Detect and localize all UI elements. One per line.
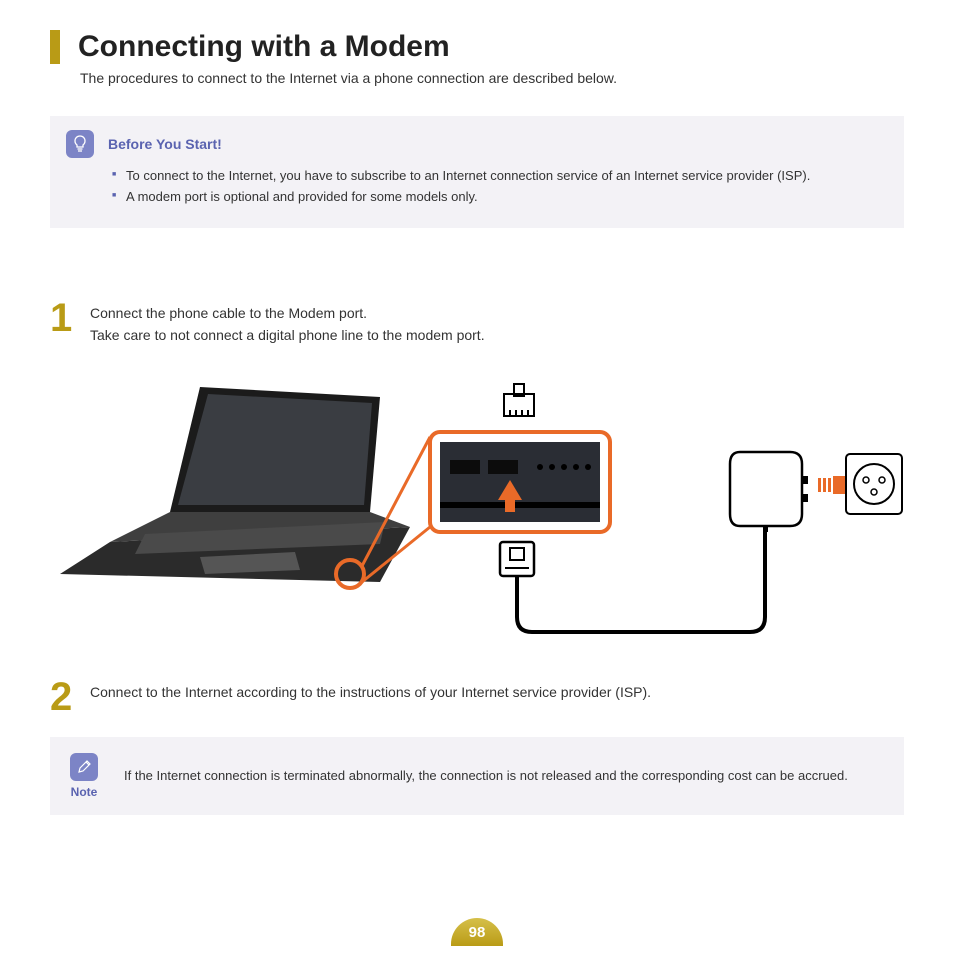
list-item: A modem port is optional and provided fo…: [112, 189, 884, 204]
page-title: Connecting with a Modem: [78, 30, 450, 64]
step-number: 2: [50, 677, 78, 717]
page-number: 98: [451, 918, 503, 946]
step-line-1: Connect the phone cable to the Modem por…: [90, 305, 367, 321]
title-row: Connecting with a Modem: [50, 30, 904, 64]
step-2: 2 Connect to the Internet according to t…: [50, 677, 904, 717]
callout-header: Before You Start!: [66, 130, 884, 158]
note-callout: Note If the Internet connection is termi…: [50, 737, 904, 815]
step-text: Connect the phone cable to the Modem por…: [90, 298, 485, 347]
title-accent-bar: [50, 30, 60, 64]
callout-list: To connect to the Internet, you have to …: [112, 168, 884, 204]
callout-title: Before You Start!: [108, 136, 222, 152]
note-text: If the Internet connection is terminated…: [124, 768, 848, 783]
modem-port-zoom: [430, 432, 610, 532]
note-icon-group: Note: [70, 753, 98, 799]
step-number: 1: [50, 298, 78, 347]
pencil-icon: [70, 753, 98, 781]
rj-connector-icon: [504, 384, 534, 416]
wall-adapter: [730, 452, 808, 532]
step-1: 1 Connect the phone cable to the Modem p…: [50, 298, 904, 347]
step-line-1: Connect to the Internet according to the…: [90, 684, 651, 700]
before-you-start-callout: Before You Start! To connect to the Inte…: [50, 116, 904, 228]
step-line-2: Take care to not connect a digital phone…: [90, 327, 485, 343]
step-text: Connect to the Internet according to the…: [90, 677, 651, 717]
page-subtitle: The procedures to connect to the Interne…: [80, 70, 904, 86]
page-number-badge: 98: [451, 918, 503, 946]
list-item: To connect to the Internet, you have to …: [112, 168, 884, 183]
laptop-illustration: [60, 387, 410, 588]
note-label: Note: [71, 785, 98, 799]
modem-connection-illustration: [50, 372, 904, 642]
lightbulb-icon: [66, 130, 94, 158]
phone-plug: [500, 542, 534, 576]
